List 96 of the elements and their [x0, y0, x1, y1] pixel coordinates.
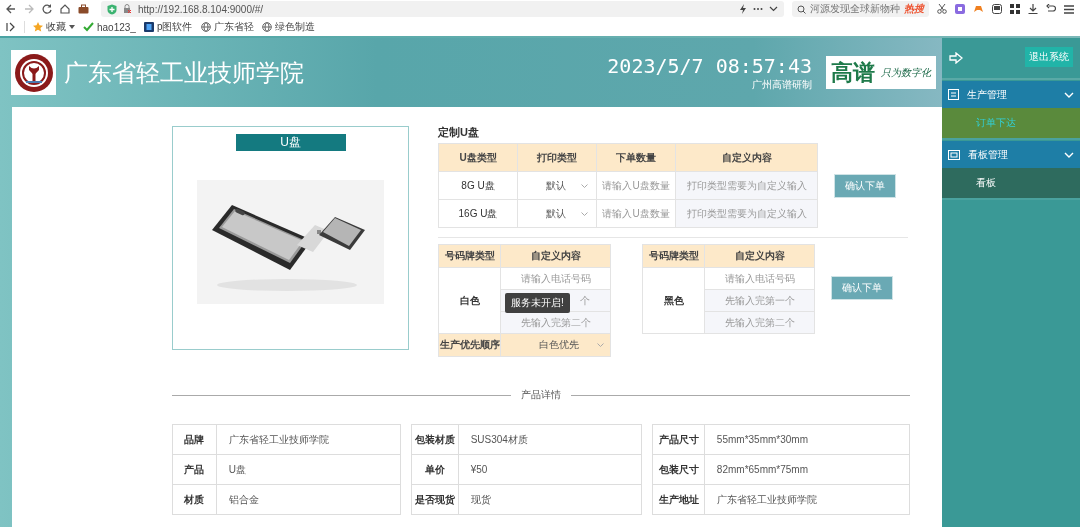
row-header: 生产优先顺序: [438, 333, 501, 357]
priority-select[interactable]: 白色优先: [500, 333, 611, 357]
sidebar-toggle-icon[interactable]: [6, 22, 16, 32]
bolt-icon[interactable]: [739, 4, 747, 14]
globe-icon: [261, 22, 272, 32]
window-icon[interactable]: [992, 4, 1002, 14]
field-value: 55mm*35mm*30mm: [704, 424, 910, 455]
caret-icon[interactable]: [69, 25, 75, 29]
field-value: 广东省轻工业技师学院: [704, 484, 910, 515]
arrow-right-icon[interactable]: [949, 52, 963, 64]
bookmark-link[interactable]: p图软件: [156, 20, 193, 34]
column-header: 自定义内容: [675, 143, 818, 172]
table-cell: 黑色: [642, 267, 705, 334]
more-icon[interactable]: [753, 7, 763, 11]
menu-item[interactable]: 订单下达: [942, 108, 1080, 140]
chevron-down-icon: [1064, 151, 1074, 158]
school-name: 广东省轻工业技师学院: [64, 57, 305, 88]
column-header: 下单数量: [596, 143, 676, 172]
credit-text: 广州高谱研制: [752, 77, 812, 92]
quantity-field[interactable]: 请输入U盘数量: [596, 171, 676, 200]
field-label: 单价: [411, 454, 459, 485]
logout-button[interactable]: 退出系统: [1025, 47, 1073, 67]
field-label: 材质: [172, 484, 217, 515]
column-header: 打印类型: [517, 143, 597, 172]
column-header: U盘类型: [438, 143, 518, 172]
print-type-select[interactable]: 默认: [517, 199, 597, 228]
app-icon: [143, 22, 154, 32]
menu-group[interactable]: 生产管理: [942, 81, 1080, 108]
apps-icon[interactable]: [1010, 4, 1020, 14]
custom-content-field[interactable]: 打印类型需要为自定义输入: [675, 171, 818, 200]
field-value: 82mm*65mm*75mm: [704, 454, 910, 485]
shield-icon: [107, 3, 117, 15]
product-title: U盘: [235, 134, 346, 151]
field-value: 广东省轻工业技师学院: [216, 424, 401, 455]
field-value: 铝合金: [216, 484, 401, 515]
field-label: 品牌: [172, 424, 217, 455]
section-title: 产品详情: [521, 388, 561, 402]
list-icon: [948, 89, 959, 100]
scissors-icon[interactable]: [937, 4, 947, 14]
globe-icon: [200, 22, 211, 32]
field-value: SUS304材质: [458, 424, 642, 455]
quantity-field[interactable]: 请输入U盘数量: [596, 199, 676, 228]
chevron-down-icon: [597, 343, 604, 347]
menu-icon[interactable]: [1064, 4, 1074, 14]
home-icon[interactable]: [60, 4, 70, 14]
star-icon: [33, 22, 43, 32]
menu-item[interactable]: 看板: [942, 168, 1080, 200]
section-title: 定制U盘: [438, 125, 480, 140]
field-label: 生产地址: [652, 484, 705, 515]
extension-icon[interactable]: [955, 4, 965, 14]
game-icon[interactable]: [973, 4, 984, 14]
bookmark-link[interactable]: 绿色制造: [274, 20, 315, 34]
menu-group[interactable]: 看板管理: [942, 141, 1080, 168]
undo-icon[interactable]: [1046, 4, 1056, 14]
download-icon[interactable]: [1028, 4, 1038, 14]
chevron-down-icon: [581, 183, 588, 188]
search-field[interactable]: 河源发现全球新物种 热搜: [792, 1, 929, 17]
field-value: ¥50: [458, 454, 642, 485]
reload-icon[interactable]: [42, 4, 52, 14]
check-icon: [83, 22, 94, 32]
field-label: 产品: [172, 454, 217, 485]
chevron-icon[interactable]: [769, 6, 778, 12]
confirm-order-button[interactable]: 确认下单: [831, 276, 893, 300]
logo-icon: [13, 52, 54, 93]
column-header: 号码牌类型: [642, 244, 705, 268]
column-header: 自定义内容: [500, 244, 611, 268]
bookmark-link[interactable]: 收藏: [46, 20, 66, 34]
chevron-down-icon: [581, 211, 588, 216]
print-type-select[interactable]: 默认: [517, 171, 597, 200]
custom-content-field[interactable]: 打印类型需要为自定义输入: [675, 199, 818, 228]
search-icon: [797, 4, 806, 14]
briefcase-icon[interactable]: [78, 4, 89, 14]
error-toast: 服务未开启!: [505, 293, 570, 313]
bookmark-link[interactable]: hao123_: [97, 21, 136, 33]
field-label: 包装材质: [411, 424, 459, 455]
column-header: 号码牌类型: [438, 244, 501, 268]
back-icon[interactable]: [6, 4, 16, 14]
brand-logo: 高谱 只为数字化: [826, 56, 936, 89]
hot-label: 热搜: [904, 2, 924, 16]
plate-text-field[interactable]: 请输入电话号码: [500, 267, 611, 290]
bookmark-link[interactable]: 广东省轻: [213, 20, 254, 34]
lock-icon: [123, 4, 132, 14]
date-time: 2023/5/7 08:57:43: [607, 53, 812, 78]
field-label: 产品尺寸: [652, 424, 705, 455]
table-cell: 白色: [438, 267, 501, 334]
column-header: 自定义内容: [704, 244, 815, 268]
chevron-down-icon: [1064, 91, 1074, 98]
field-value: U盘: [216, 454, 401, 485]
field-value: 现货: [458, 484, 642, 515]
plate-text-field[interactable]: 请输入电话号码: [704, 267, 815, 290]
confirm-order-button[interactable]: 确认下单: [834, 173, 896, 198]
table-cell: 16G U盘: [438, 199, 518, 228]
table-cell: 8G U盘: [438, 171, 518, 200]
field-label: 是否现货: [411, 484, 459, 515]
field-label: 包装尺寸: [652, 454, 705, 485]
monitor-icon: [948, 149, 960, 160]
